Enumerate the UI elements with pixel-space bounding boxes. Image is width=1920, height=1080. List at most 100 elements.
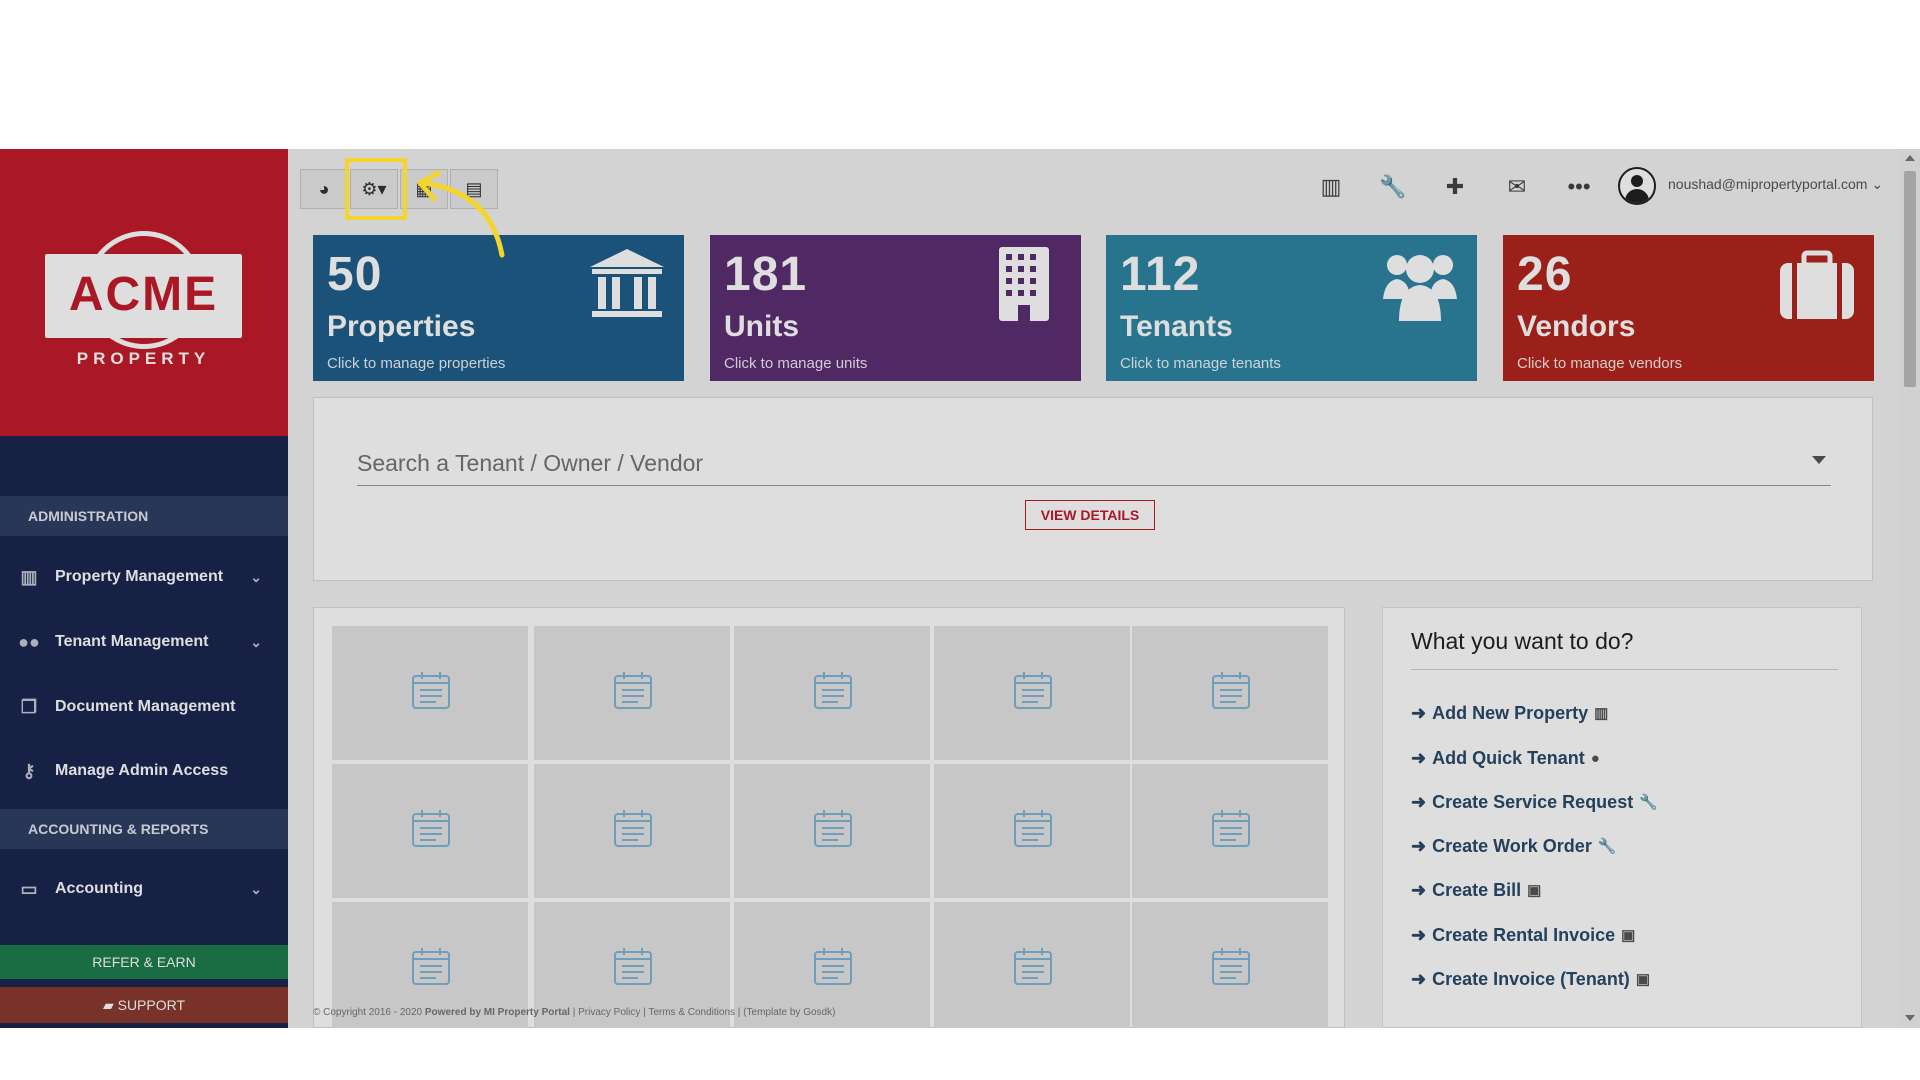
calendar-icon [1212,672,1250,709]
support-button[interactable]: ▰ SUPPORT [0,987,288,1023]
stat-title: Units [724,310,799,343]
dashboard-button[interactable]: ◕ [300,169,348,209]
copy-icon: ▣ [1527,882,1542,899]
briefcase-icon [1780,250,1854,319]
grid-tile[interactable] [332,626,528,760]
avatar[interactable] [1618,167,1656,205]
create-work-order-link[interactable]: ➜ Create Work Order 🔧 [1411,833,1617,859]
grid-tile[interactable] [1132,626,1328,760]
grid-tile[interactable] [734,764,930,898]
stat-card-units[interactable]: 181 Units Click to manage units [710,235,1081,381]
calendar-icon [412,672,450,709]
create-invoice-tenant-link[interactable]: ➜ Create Invoice (Tenant) ▣ [1411,966,1650,992]
add-button[interactable]: ✚ [1424,165,1486,209]
create-bill-link[interactable]: ➜ Create Bill ▣ [1411,877,1541,903]
stat-subtitle: Click to manage properties [327,355,506,372]
sidebar-item-property-management[interactable]: ▥ Property Management ⌄ [0,551,288,603]
envelope-icon: ✉ [1507,174,1527,199]
action-label: Create Bill [1432,879,1522,900]
highlight-box [345,158,407,220]
calendar-icon [614,810,652,847]
user-icon: ● [1590,749,1600,767]
create-service-request-link[interactable]: ➜ Create Service Request 🔧 [1411,789,1658,815]
grid-tile[interactable] [534,764,730,898]
bank-icon [590,249,664,317]
powered-by-link[interactable]: Powered by MI Property Portal [425,1007,570,1018]
create-rental-invoice-link[interactable]: ➜ Create Rental Invoice ▣ [1411,922,1635,948]
calendar-icon [1014,672,1052,709]
grid-tile[interactable] [534,626,730,760]
more-button[interactable]: ••• [1548,165,1610,209]
action-label: Create Service Request [1432,791,1634,812]
grid-tile[interactable] [934,626,1130,760]
bar-chart-icon: ▥ [1320,174,1342,199]
plus-icon: ✚ [1445,174,1465,199]
messages-button[interactable]: ✉ [1486,165,1548,209]
quick-grid-panel [313,607,1345,1028]
more-icon: ••• [1567,174,1591,199]
stat-card-vendors[interactable]: 26 Vendors Click to manage vendors [1503,235,1874,381]
dashboard-icon: ◕ [318,178,330,199]
wrench-icon: 🔧 [1597,838,1617,855]
caret-down-icon[interactable] [1812,456,1826,464]
logo-text: ACME [68,268,219,321]
search-input[interactable] [357,442,1831,486]
sidebar-item-document-management[interactable]: ❐ Document Management [0,681,288,733]
action-label: Add New Property [1432,702,1589,723]
add-new-property-link[interactable]: ➜ Add New Property ▥ [1411,700,1608,726]
scroll-thumb[interactable] [1904,171,1916,387]
grid-tile[interactable] [1132,764,1328,898]
add-quick-tenant-link[interactable]: ➜ Add Quick Tenant ● [1411,745,1600,771]
scroll-down-icon[interactable] [1905,1015,1915,1021]
calendar-icon [1212,810,1250,847]
tools-button[interactable]: 🔧 [1362,165,1424,209]
grid-tile[interactable] [332,764,528,898]
scroll-up-icon[interactable] [1905,155,1915,161]
grid-tile[interactable] [934,902,1130,1028]
sidebar-item-manage-admin-access[interactable]: ⚷ Manage Admin Access [0,745,288,797]
sidebar-item-label: Manage Admin Access [55,762,229,779]
calendar-icon [614,948,652,985]
action-label: Create Rental Invoice [1432,924,1616,945]
stat-value: 50 [327,248,383,301]
apartment-icon [999,247,1049,321]
terms-link[interactable]: Terms & Conditions [648,1007,735,1018]
calendar-icon [412,948,450,985]
logo-area[interactable]: ACME PROPERTY [0,149,288,436]
wrench-icon: 🔧 [1639,794,1658,811]
copyright-text: © Copyright 2016 - 2020 [313,1007,423,1018]
calendar-icon [1212,948,1250,985]
grid-tile[interactable] [1132,902,1328,1028]
sidebar-item-accounting[interactable]: ▭ Accounting ⌄ [0,863,288,915]
calendar-icon [1014,810,1052,847]
privacy-link[interactable]: Privacy Policy [578,1007,640,1018]
support-label: SUPPORT [117,997,186,1013]
arrow-right-icon: ➜ [1411,747,1427,768]
people-icon [1383,255,1457,321]
stat-card-tenants[interactable]: 112 Tenants Click to manage tenants [1106,235,1477,381]
sidebar-item-label: Document Management [55,698,236,715]
reports-button[interactable]: ▥ [1300,165,1362,209]
refer-earn-button[interactable]: REFER & EARN [0,945,288,979]
stat-value: 26 [1517,248,1573,301]
stat-value: 181 [724,248,808,301]
user-menu[interactable]: noushad@mipropertyportal.com ⌄ [1668,176,1883,193]
footer: © Copyright 2016 - 2020 Powered by MI Pr… [313,1007,836,1018]
template-credit: (Template by Gosdk) [743,1007,836,1018]
view-details-button[interactable]: VIEW DETAILS [1025,500,1155,530]
action-label: Create Invoice (Tenant) [1432,968,1630,989]
section-administration: ADMINISTRATION [0,496,288,536]
scrollbar[interactable] [1900,149,1920,1028]
sidebar-item-label: Accounting [55,880,143,897]
grid-tile[interactable] [934,764,1130,898]
actions-panel: What you want to do? ➜ Add New Property ▥ … [1382,607,1862,1028]
sidebar-item-label: Property Management [55,568,224,585]
section-accounting-reports: ACCOUNTING & REPORTS [0,809,288,849]
arrow-right-icon: ➜ [1411,879,1427,900]
chevron-down-icon: ⌄ [250,881,262,897]
app-window: ACME PROPERTY ADMINISTRATION ▥ Property … [0,149,1920,1028]
stat-subtitle: Click to manage vendors [1517,355,1683,372]
sidebar-item-tenant-management[interactable]: ●● Tenant Management ⌄ [0,616,288,668]
grid-tile[interactable] [734,626,930,760]
arrow-right-icon: ➜ [1411,968,1427,989]
